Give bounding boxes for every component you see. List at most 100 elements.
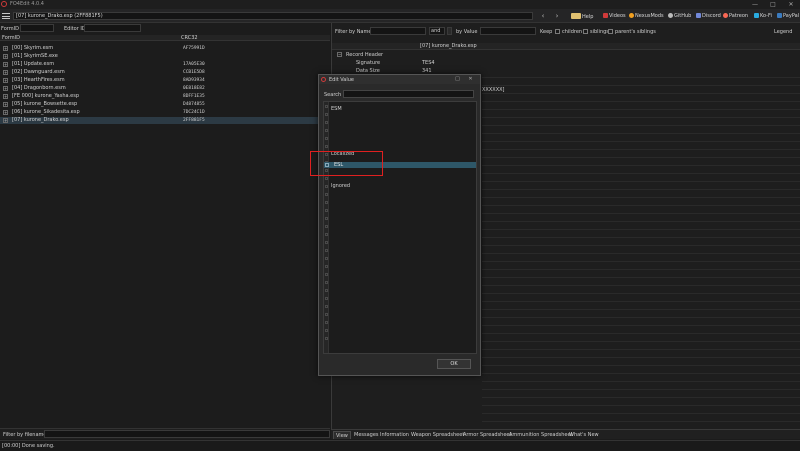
tree-row[interactable]: + [FE 000] kurone_Yasha.esp 8DFF1E35 [0, 93, 330, 100]
grid-line [482, 205, 800, 206]
patreon-link[interactable]: Patreon [723, 13, 748, 20]
forward-arrow-icon[interactable]: › [552, 11, 562, 21]
grid-line [482, 373, 800, 374]
back-arrow-icon[interactable]: ‹ [538, 11, 548, 21]
minimize-button[interactable]: — [746, 0, 764, 9]
grid-line [482, 141, 800, 142]
expand-icon[interactable]: + [3, 70, 8, 75]
expand-icon[interactable]: + [3, 118, 8, 123]
tab-armor-spreadsheet[interactable]: Armor Spreadsheet [461, 431, 513, 439]
signature-label: Signature [356, 60, 381, 66]
gutter-marker [325, 201, 328, 204]
status-text: [00:00] Done saving. [2, 443, 55, 449]
dialog-titlebar: Edit Value □ ✕ [319, 75, 480, 84]
filter-value-input[interactable] [480, 27, 536, 35]
chevron-down-icon[interactable] [447, 27, 452, 35]
nexus-icon [629, 13, 634, 18]
tree-row[interactable]: + [01] Update.esm 17A05E30 [0, 61, 330, 68]
editor-id-input[interactable] [84, 24, 141, 32]
gutter-marker [325, 193, 328, 196]
filter-name-input[interactable] [370, 27, 426, 35]
grid-line [482, 261, 800, 262]
paypal-icon [777, 13, 782, 18]
tab-view[interactable]: View [333, 431, 351, 439]
and-or-select[interactable]: and [429, 27, 445, 35]
grid-line [482, 245, 800, 246]
expand-icon[interactable]: + [3, 86, 8, 91]
expand-icon[interactable]: + [3, 94, 8, 99]
dialog-maximize-button[interactable]: □ [453, 75, 462, 84]
flags-gutter [324, 102, 329, 353]
editor-id-label: Editor ID [64, 26, 86, 32]
gutter-marker [325, 241, 328, 244]
github-link[interactable]: GitHub [668, 13, 691, 20]
tree-row[interactable]: + [06] kurone_Sikadesita.esp 7DC24C1D [0, 109, 330, 116]
tree-row[interactable]: + [04] Dragonborn.esm 0E818E82 [0, 85, 330, 92]
hamburger-menu-icon[interactable] [2, 12, 10, 20]
kofi-link[interactable]: Ko-Fi [754, 13, 772, 20]
legend-button[interactable]: Legend [774, 29, 792, 35]
maximize-button[interactable]: □ [764, 0, 782, 9]
dialog-close-button[interactable]: ✕ [466, 75, 475, 84]
grid-line [482, 301, 800, 302]
formid-input[interactable] [20, 24, 54, 32]
expand-icon[interactable]: + [3, 62, 8, 67]
grid-line [482, 85, 800, 86]
gutter-marker [325, 105, 328, 108]
collapse-icon[interactable]: − [337, 52, 342, 57]
gutter-marker [325, 305, 328, 308]
flags-group-header: ESM [331, 106, 342, 112]
gutter-marker [325, 281, 328, 284]
grid-line [482, 197, 800, 198]
discord-link[interactable]: Discord [696, 13, 721, 20]
grid-line [482, 125, 800, 126]
videos-link[interactable]: Videos [603, 13, 626, 20]
close-button[interactable]: ✕ [782, 0, 800, 9]
flags-list: ESM Localized ESL Ignored [323, 101, 477, 354]
keep-children-checkbox[interactable] [555, 29, 560, 34]
tab-information[interactable]: Information [378, 431, 411, 439]
tab-ammunition-spreadsheet[interactable]: Ammunition Spreadsheet [507, 431, 575, 439]
keep-siblings-checkbox[interactable] [583, 29, 588, 34]
tree-row[interactable]: + [03] HearthFires.esm 8AD93934 [0, 77, 330, 84]
signature-row[interactable]: Signature TES4 [332, 59, 800, 67]
by-value-label: by Value [456, 29, 478, 35]
kofi-icon [754, 13, 759, 18]
tree-row[interactable]: + [05] kurone_Bowsette.esp D4874855 [0, 101, 330, 108]
formid-column-header[interactable]: FormID [2, 35, 20, 41]
tab-messages[interactable]: Messages [352, 431, 381, 439]
dialog-search-input[interactable] [343, 90, 474, 98]
patreon-icon [723, 13, 728, 18]
crc-column-header[interactable]: CRC32 [181, 35, 198, 41]
grid-line [482, 149, 800, 150]
grid-line [482, 389, 800, 390]
file-path-field[interactable]: [07] kurone_Drako.esp (2FF881F5) [13, 12, 533, 20]
filter-by-name-label: Filter by Name [335, 29, 372, 35]
ok-button[interactable]: OK [437, 359, 471, 369]
expand-icon[interactable]: + [3, 46, 8, 51]
grid-line [482, 165, 800, 166]
tree-row[interactable]: + [02] Dawnguard.esm CCB1E5D8 [0, 69, 330, 76]
grid-line [482, 229, 800, 230]
dialog-search-label: Search [324, 92, 342, 98]
grid-line [482, 413, 800, 414]
grid-line [482, 349, 800, 350]
expand-icon[interactable]: + [3, 78, 8, 83]
tree-row[interactable]: + [01] SkyrimSE.exe [0, 53, 330, 60]
record-header-row[interactable]: − Record Header [332, 51, 800, 59]
expand-icon[interactable]: + [3, 110, 8, 115]
tree-row[interactable]: + [00] Skyrim.esm AF75991D [0, 45, 330, 52]
tree-row-selected[interactable]: + [07] kurone_Drako.esp 2FF881F5 [0, 117, 330, 124]
filename-filter-input[interactable] [44, 430, 330, 438]
paypal-link[interactable]: PayPal [777, 13, 799, 20]
expand-icon[interactable]: + [3, 102, 8, 107]
tab-weapon-spreadsheet[interactable]: Weapon Spreadsheet [409, 431, 466, 439]
nexusmods-link[interactable]: NexusMods [629, 13, 664, 20]
navigation-panel: FormID Editor ID FormID CRC32 + [00] Skyr… [0, 23, 330, 439]
grid-line [482, 93, 800, 94]
keep-parents-siblings-checkbox[interactable] [608, 29, 613, 34]
gutter-marker [325, 265, 328, 268]
tab-whats-new[interactable]: What's New [567, 431, 601, 439]
help-link[interactable]: Help [571, 13, 593, 20]
expand-icon[interactable]: + [3, 54, 8, 59]
